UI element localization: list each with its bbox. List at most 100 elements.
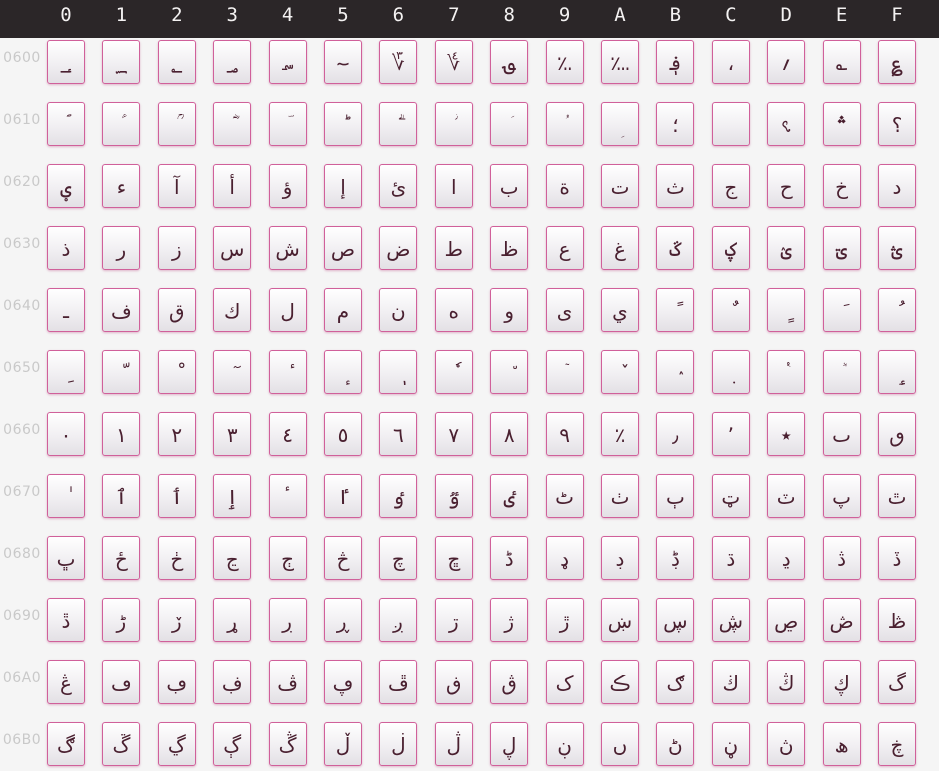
glyph-cell[interactable]: ه [434,288,473,332]
glyph-cell[interactable]: ؅ [324,40,362,84]
glyph-cell[interactable]: ڌ [711,536,750,580]
glyph-cell[interactable]: ر [102,226,141,270]
glyph-cell[interactable]: ؑ [102,102,141,146]
glyph-cell[interactable]: ڻ [656,722,695,766]
glyph-cell[interactable]: ڮ [822,660,861,704]
glyph-cell[interactable]: أ [213,164,252,208]
glyph-cell[interactable]: ؗ [434,102,473,146]
glyph-cell[interactable]: ڷ [434,722,473,766]
glyph-cell[interactable]: ؤ [268,164,307,208]
glyph-cell[interactable]: د [878,164,916,208]
glyph-cell[interactable]: ڹ [545,722,584,766]
glyph-cell[interactable]: ؕ [324,102,362,146]
glyph-cell[interactable]: ڦ [379,660,418,704]
glyph-cell[interactable]: ؔ [268,102,307,146]
glyph-cell[interactable]: ٢ [157,412,196,456]
glyph-cell[interactable]: ڨ [490,660,529,704]
glyph-cell[interactable]: ټ [711,474,750,518]
glyph-cell[interactable]: ڵ [324,722,362,766]
glyph-cell[interactable]: ٚ [601,350,639,394]
glyph-cell[interactable]: ٳ [213,474,252,518]
glyph-cell[interactable]: ل [268,288,307,332]
glyph-cell[interactable]: ڥ [324,660,362,704]
glyph-cell[interactable]: ڐ [47,598,85,642]
glyph-cell[interactable]: ؾ [822,226,861,270]
glyph-cell[interactable]: ؈ [490,40,529,84]
glyph-cell[interactable]: ڍ [767,536,806,580]
glyph-cell[interactable]: ٠ [47,412,85,456]
glyph-cell[interactable]: ى [545,288,584,332]
glyph-cell[interactable]: ڿ [878,722,916,766]
glyph-cell[interactable]: ڄ [268,536,307,580]
glyph-cell[interactable]: ؽ [767,226,806,270]
glyph-cell[interactable]: ٰ [47,474,85,518]
glyph-cell[interactable]: ت [601,164,639,208]
glyph-cell[interactable]: ٱ [102,474,141,518]
glyph-cell[interactable]: ِ [47,350,85,394]
glyph-cell[interactable]: ڎ [822,536,861,580]
glyph-cell[interactable]: ٿ [878,474,916,518]
glyph-cell[interactable]: ق [157,288,196,332]
glyph-cell[interactable]: ژ [490,598,529,642]
glyph-cell[interactable]: ب [490,164,529,208]
glyph-cell[interactable]: ڂ [157,536,196,580]
glyph-cell[interactable]: ز [157,226,196,270]
glyph-cell[interactable]: ٨ [490,412,529,456]
glyph-cell[interactable]: ص [324,226,362,270]
glyph-cell[interactable]: ؉ [545,40,584,84]
glyph-cell[interactable]: و [490,288,529,332]
glyph-cell[interactable]: ٗ [434,350,473,394]
glyph-cell[interactable]: ٶ [379,474,418,518]
glyph-cell[interactable]: ڸ [490,722,529,766]
glyph-cell[interactable]: ع [545,226,584,270]
glyph-cell[interactable]: ڋ [656,536,695,580]
glyph-cell[interactable]: ڕ [324,598,362,642]
glyph-cell[interactable]: ح [767,164,806,208]
glyph-cell[interactable]: ڲ [157,722,196,766]
glyph-cell[interactable]: ـ [47,288,85,332]
glyph-cell[interactable]: ؎ [822,40,861,84]
glyph-cell[interactable]: ڧ [434,660,473,704]
glyph-cell[interactable]: ڏ [878,536,916,580]
glyph-cell[interactable]: ؏ [878,40,916,84]
glyph-cell[interactable]: ٙ [545,350,584,394]
glyph-cell[interactable]: ؃ [213,40,252,84]
glyph-cell[interactable]: ٟ [878,350,916,394]
glyph-cell[interactable]: پ [822,474,861,518]
glyph-cell[interactable]: م [324,288,362,332]
glyph-cell[interactable]: ؘ [490,102,529,146]
glyph-cell[interactable]: ن [379,288,418,332]
glyph-cell[interactable]: ٛ [656,350,695,394]
glyph-cell[interactable]: غ [601,226,639,270]
glyph-cell[interactable]: ھ [822,722,861,766]
glyph-cell[interactable]: ؂ [157,40,196,84]
glyph-cell[interactable]: ښ [601,598,639,642]
glyph-cell[interactable]: ړ [213,598,252,642]
glyph-cell[interactable]: ػ [656,226,695,270]
glyph-cell[interactable]: ؁ [102,40,141,84]
glyph-cell[interactable]: ٍ [767,288,806,332]
glyph-cell[interactable]: آ [157,164,196,208]
glyph-cell[interactable]: ں [601,722,639,766]
glyph-cell[interactable]: ڛ [656,598,695,642]
glyph-cell[interactable]: ڃ [213,536,252,580]
glyph-cell[interactable]: ٭ [767,412,806,456]
glyph-cell[interactable]: ڡ [102,660,141,704]
glyph-cell[interactable]: ، [711,40,750,84]
glyph-cell[interactable]: ة [545,164,584,208]
glyph-cell[interactable]: ٺ [601,474,639,518]
glyph-cell[interactable]: ڈ [490,536,529,580]
glyph-cell[interactable]: ؛ [656,102,695,146]
glyph-cell[interactable]: ڙ [545,598,584,642]
glyph-cell[interactable]: ك [213,288,252,332]
glyph-cell[interactable]: ٞ [822,350,861,394]
glyph-cell[interactable]: ٧ [434,412,473,456]
glyph-cell[interactable]: ٌ [711,288,750,332]
glyph-cell[interactable]: ٜ [711,350,750,394]
glyph-cell[interactable]: ٕ [324,350,362,394]
glyph-cell[interactable]: ج [711,164,750,208]
glyph-cell[interactable]: ٯ [878,412,916,456]
glyph-cell[interactable]: ڗ [434,598,473,642]
glyph-cell[interactable]: ؼ [711,226,750,270]
glyph-cell[interactable]: ٮ [822,412,861,456]
